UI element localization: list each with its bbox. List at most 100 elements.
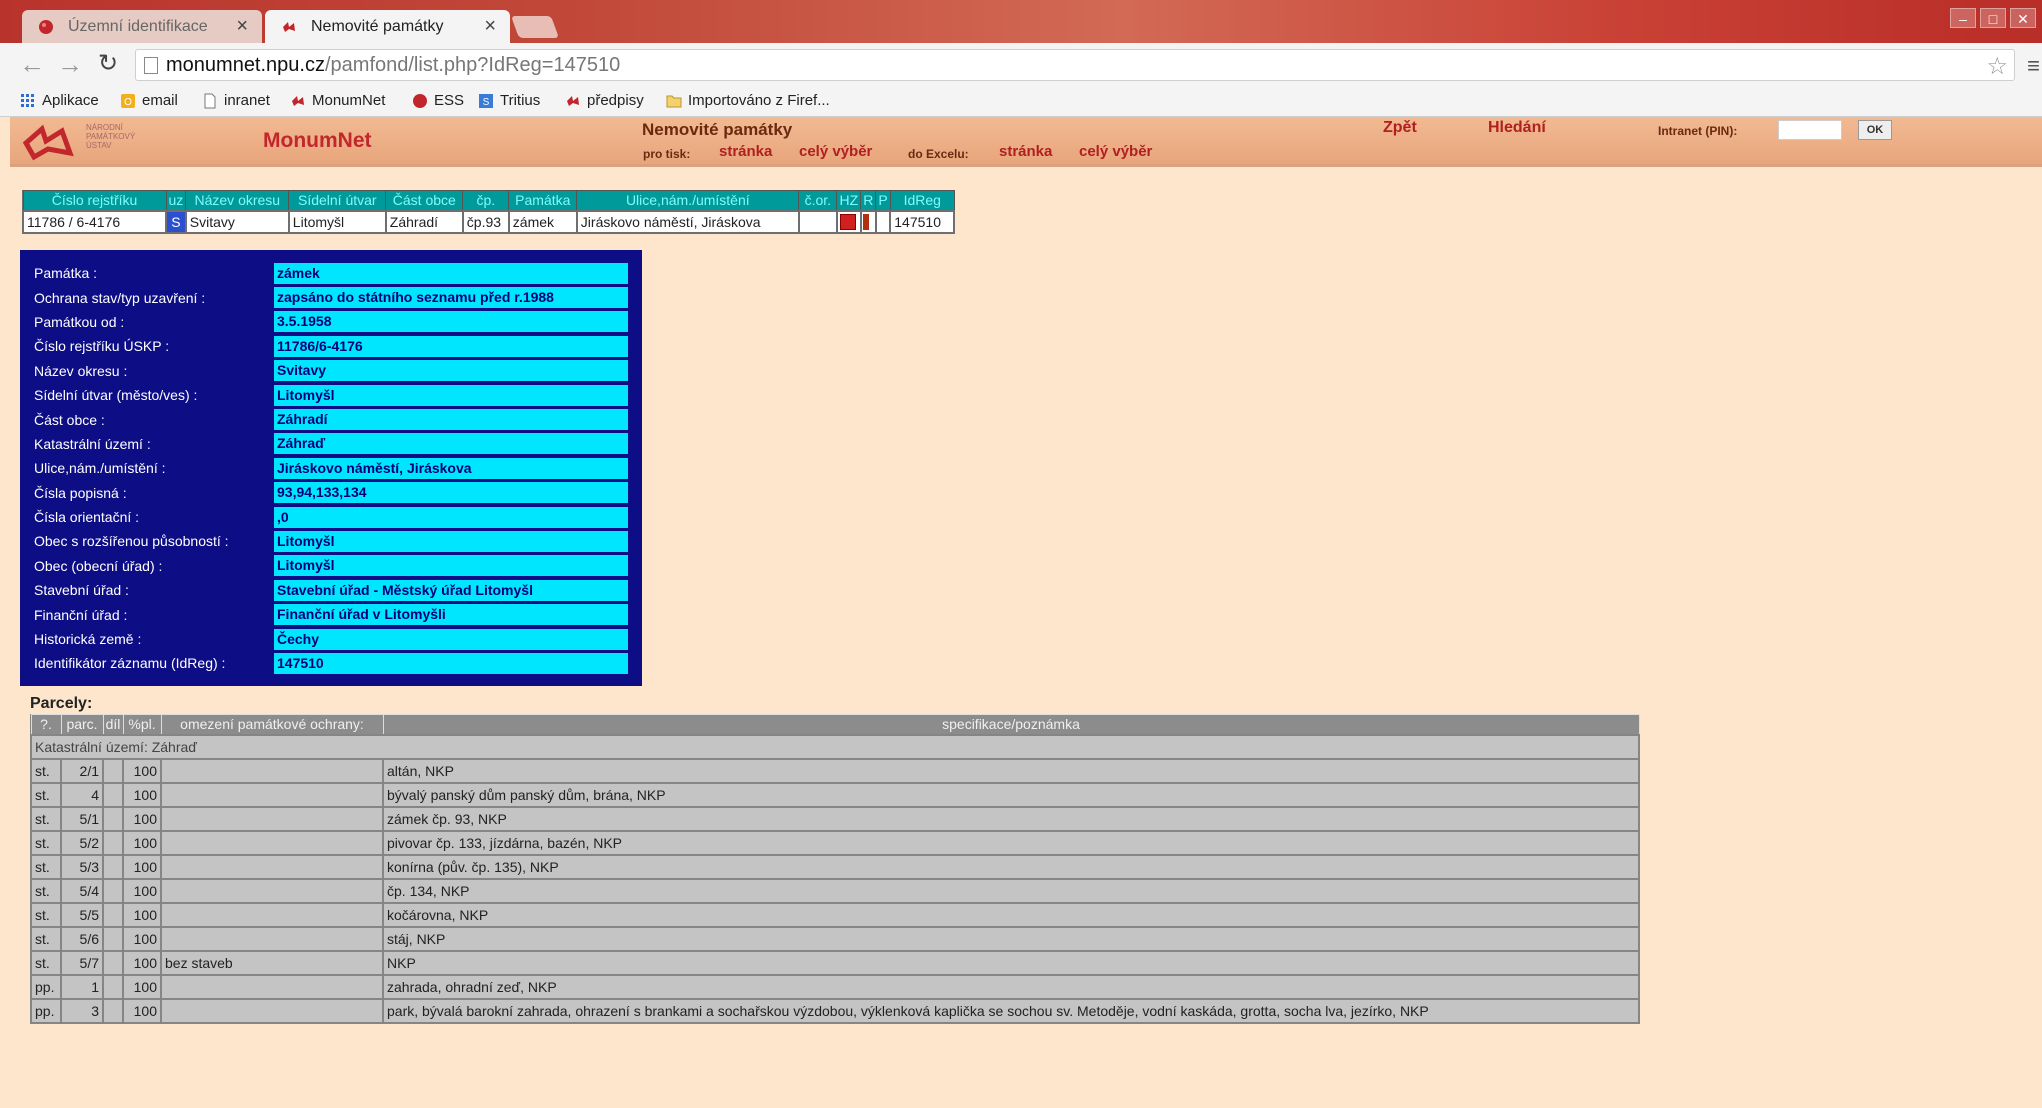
parcel-row[interactable]: st. 2/1 100 altán, NKP (30, 757, 1640, 784)
back-arrow-icon[interactable]: ← (18, 51, 46, 79)
parcel-number: 5/6 (60, 925, 104, 952)
col-p[interactable]: P (875, 190, 891, 211)
bookmark-star-icon[interactable]: ☆ (1986, 52, 2008, 81)
cell-okres: Svitavy (184, 209, 290, 234)
col-cor[interactable]: č.or. (798, 190, 838, 211)
browser-tab-bar: Územní identifikace × Nemovité památky ×… (0, 0, 2042, 43)
detail-value: Litomyšl (274, 530, 628, 552)
minimize-icon[interactable]: – (1950, 8, 1976, 28)
cell-rejstrik[interactable]: 11786 / 6-4176 (22, 209, 167, 234)
bookmark-email[interactable]: O email (120, 92, 178, 109)
col-cast-obce[interactable]: Část obce (385, 190, 464, 211)
parcel-percent: 100 (122, 853, 162, 880)
detail-row: Ulice,nám./umístění : Jiráskovo náměstí, … (34, 456, 642, 480)
col-omezeni: omezení památkové ochrany: (160, 714, 384, 735)
bookmark-inranet[interactable]: inranet (202, 92, 270, 109)
cell-utvar: Litomyšl (287, 209, 387, 234)
parcel-specifikace: konírna (pův. čp. 135), NKP (382, 853, 1640, 880)
print-label: pro tisk: (643, 147, 691, 161)
excel-all-link[interactable]: celý výběr (1079, 143, 1152, 160)
tab-nemovite-pamatky[interactable]: Nemovité památky × (265, 10, 510, 43)
col-idreg[interactable]: IdReg (889, 190, 955, 211)
pin-input[interactable] (1778, 120, 1842, 140)
ok-button[interactable]: OK (1858, 120, 1892, 140)
print-page-link[interactable]: stránka (719, 143, 772, 160)
summary-row[interactable]: 11786 / 6-4176 S Svitavy Litomyšl Záhrad… (22, 209, 956, 234)
col-uz[interactable]: uz (165, 190, 187, 211)
close-icon[interactable]: × (484, 15, 496, 38)
print-all-link[interactable]: celý výběr (799, 143, 872, 160)
parcel-type: st. (30, 949, 62, 976)
parcel-dil (102, 853, 124, 880)
bookmark-importovano[interactable]: Importováno z Firef... (666, 92, 830, 109)
reload-icon[interactable]: ↻ (94, 51, 122, 79)
parcel-row[interactable]: st. 5/5 100 kočárovna, NKP (30, 901, 1640, 928)
parcel-dil (102, 997, 124, 1024)
ku-cell: Katastrální území: Záhraď (30, 733, 1640, 760)
search-link[interactable]: Hledání (1488, 119, 1546, 137)
parcel-row[interactable]: st. 4 100 bývalý panský dům panský dům, brá… (30, 781, 1640, 808)
col-r[interactable]: R (860, 190, 877, 211)
close-icon[interactable]: × (236, 15, 248, 38)
detail-row: Obec (obecní úřad) : Litomyšl (34, 554, 642, 578)
app-title[interactable]: MonumNet (263, 129, 372, 153)
parcel-type: st. (30, 781, 62, 808)
parcel-percent: 100 (122, 829, 162, 856)
ku-row: Katastrální území: Záhraď (30, 733, 1640, 760)
bookmark-ess[interactable]: ESS (412, 92, 464, 109)
parcel-type: st. (30, 925, 62, 952)
window-controls: – □ ✕ (1950, 8, 2036, 28)
bookmark-label: email (142, 92, 178, 109)
col-nazev-okresu[interactable]: Název okresu (185, 190, 290, 211)
parcel-dil (102, 829, 124, 856)
maximize-icon[interactable]: □ (1980, 8, 2006, 28)
menu-icon[interactable]: ≡ (2027, 53, 2040, 79)
parcel-row[interactable]: st. 5/4 100 čp. 134, NKP (30, 877, 1640, 904)
parcel-dil (102, 877, 124, 904)
back-link[interactable]: Zpět (1383, 119, 1417, 137)
detail-value: Jiráskovo náměstí, Jiráskova (274, 457, 628, 479)
parcel-number: 5/3 (60, 853, 104, 880)
parcel-omezeni (160, 973, 384, 1000)
npu-logo-text: NÁRODNÍ PAMÁTKOVÝ ÚSTAV (86, 123, 136, 150)
forward-arrow-icon[interactable]: → (56, 51, 84, 79)
excel-page-link[interactable]: stránka (999, 143, 1052, 160)
parcel-specifikace: stáj, NKP (382, 925, 1640, 952)
parcel-number: 3 (60, 997, 104, 1024)
col-cp[interactable]: čp. (462, 190, 510, 211)
detail-label: Finanční úřad : (34, 606, 128, 623)
parcel-number: 4 (60, 781, 104, 808)
bookmark-monumnet[interactable]: MonumNet (290, 92, 385, 109)
parcel-row[interactable]: st. 5/6 100 stáj, NKP (30, 925, 1640, 952)
red-ball-icon (413, 94, 427, 108)
parcel-row[interactable]: pp. 3 100 park, bývalá barokní zahrada, ohr… (30, 997, 1640, 1024)
parcel-number: 1 (60, 973, 104, 1000)
col-ulice[interactable]: Ulice,nám./umístění (576, 190, 800, 211)
cell-idreg[interactable]: 147510 (889, 209, 956, 234)
col-hz[interactable]: HZ (836, 190, 862, 211)
parcel-row[interactable]: pp. 1 100 zahrada, ohradní zeď, NKP (30, 973, 1640, 1000)
monumnet-icon (567, 96, 579, 106)
col-pl: %pl. (122, 714, 162, 735)
close-window-icon[interactable]: ✕ (2010, 8, 2036, 28)
parcel-specifikace: čp. 134, NKP (382, 877, 1640, 904)
new-tab-button[interactable] (510, 16, 560, 38)
browser-toolbar: ← → ↻ monumnet.npu.cz/pamfond/list.php?I… (0, 43, 2042, 87)
parcel-specifikace: NKP (382, 949, 1640, 976)
parcel-row[interactable]: st. 5/7 100 bez staveb NKP (30, 949, 1640, 976)
parcel-row[interactable]: st. 5/2 100 pivovar čp. 133, jízdárna, bazé… (30, 829, 1640, 856)
tritius-icon: S (479, 94, 493, 108)
col-pamatka[interactable]: Památka (508, 190, 578, 211)
detail-value: Záhraď (274, 433, 628, 455)
col-sidelni-utvar[interactable]: Sídelní útvar (288, 190, 387, 211)
bookmark-aplikace[interactable]: Aplikace (20, 92, 99, 109)
parcel-row[interactable]: st. 5/1 100 zámek čp. 93, NKP (30, 805, 1640, 832)
parcel-omezeni (160, 757, 384, 784)
bookmark-predpisy[interactable]: předpisy (565, 92, 644, 109)
bookmark-tritius[interactable]: S Tritius (478, 92, 540, 109)
col-cislo-rejstriku[interactable]: Číslo rejstříku (22, 190, 167, 211)
parcel-percent: 100 (122, 877, 162, 904)
tab-uzemni-identifikace[interactable]: Územní identifikace × (22, 10, 262, 43)
address-bar[interactable]: monumnet.npu.cz/pamfond/list.php?IdReg=1… (135, 49, 2015, 81)
parcel-row[interactable]: st. 5/3 100 konírna (pův. čp. 135), NKP (30, 853, 1640, 880)
